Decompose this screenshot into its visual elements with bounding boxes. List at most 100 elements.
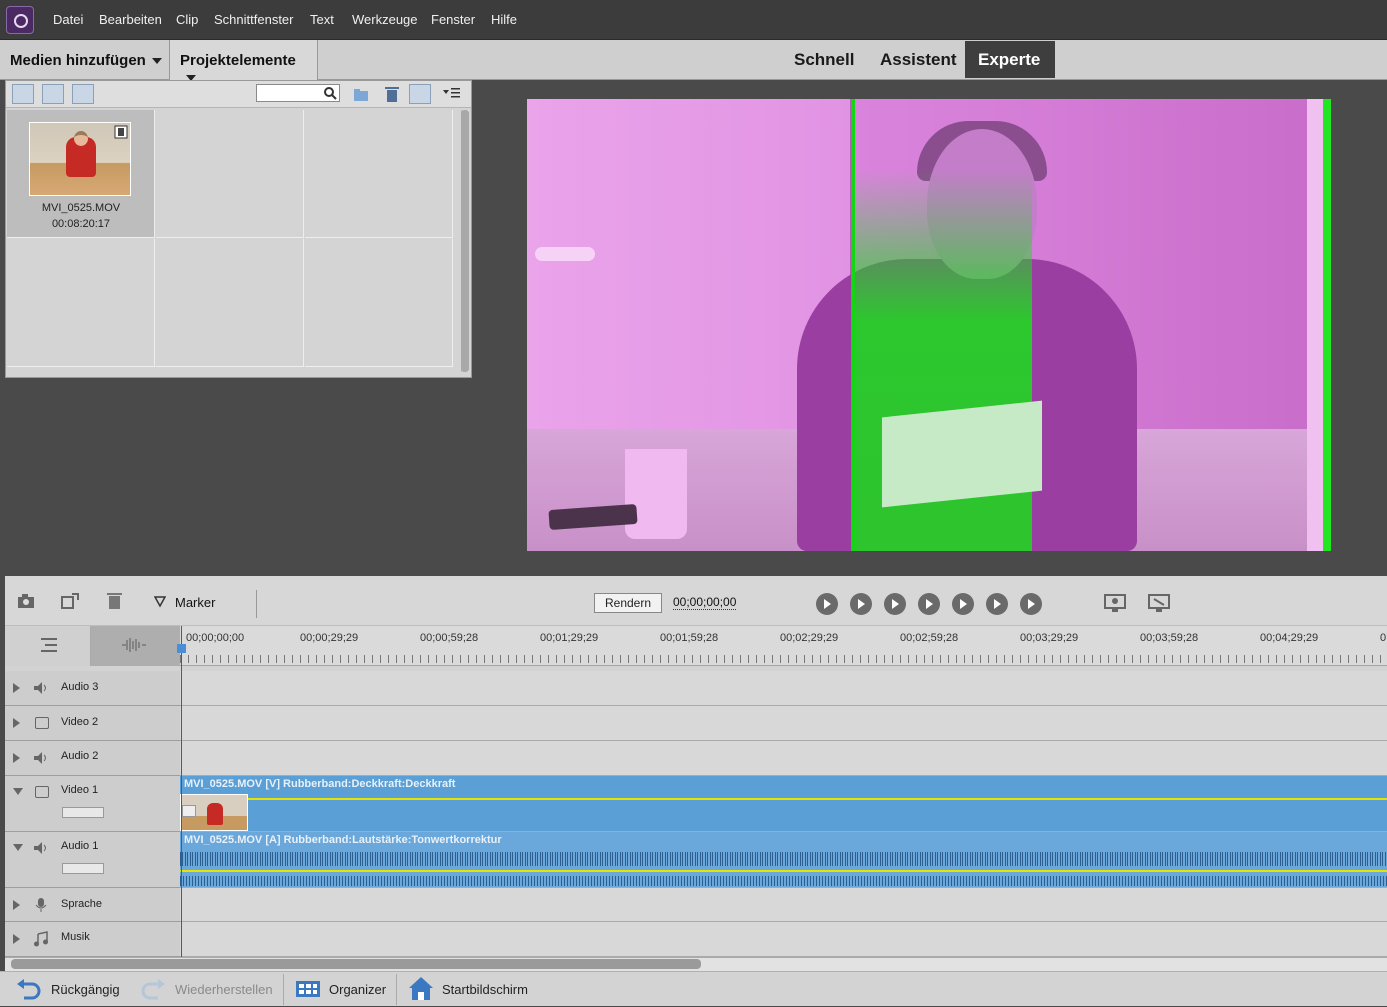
speaker-icon[interactable] [33,751,49,765]
media-clip-item[interactable]: MVI_0525.MOV 00:08:20:17 [7,110,155,238]
clip-duration: 00:08:20:17 [51,218,111,230]
project-assets-panel: MVI_0525.MOV 00:08:20:17 [5,80,472,378]
tab-experte[interactable]: Experte [965,41,1055,78]
ruler-label: 00;00;29;29 [300,632,359,644]
thumbnail-person [207,803,223,825]
video-clip-thumbnail [180,794,248,831]
rotate-icon[interactable] [60,592,80,610]
menu-schnittfenster[interactable]: Schnittfenster [214,12,294,27]
audio-clip-label: MVI_0525.MOV [A] Rubberband:Lautstärke:T… [184,834,502,846]
music-note-icon[interactable] [33,931,49,947]
step-forward-icon[interactable] [952,593,974,615]
track-header-musik: Musik [5,922,180,957]
filter-video-icon[interactable] [12,84,34,104]
add-media-dropdown[interactable]: Medien hinzufügen [0,40,170,80]
organizer-button[interactable]: Organizer [295,972,386,1007]
ruler-ticks [180,655,1387,663]
timecode-display[interactable]: 00;00;00;00 [673,595,737,610]
new-folder-icon[interactable] [353,86,371,102]
collapse-icon[interactable] [13,788,23,795]
menu-datei[interactable]: Datei [53,12,83,27]
expand-icon[interactable] [13,934,20,944]
video-clip[interactable]: MVI_0525.MOV [V] Rubberband:Deckkraft:De… [180,776,1387,831]
tab-assistent[interactable]: Assistent [867,41,970,78]
menu-text[interactable]: Text [310,12,334,27]
panel-menu-icon[interactable] [443,87,461,99]
toolbar-divider [256,590,257,618]
keyframe-controls[interactable] [62,807,104,818]
bottom-bar: Rückgängig Wiederherstellen Organizer St… [0,971,1387,1006]
speaker-icon[interactable] [33,681,49,695]
project-assets-dropdown[interactable]: Projektelemente [170,40,318,82]
film-icon[interactable] [35,786,49,798]
filter-audio-icon[interactable] [72,84,94,104]
expand-icon[interactable] [13,753,20,763]
track-lane-sprache[interactable] [180,888,1387,922]
playhead-handle[interactable] [177,644,186,653]
audio-mixer-button[interactable] [91,626,180,666]
audio-clip[interactable]: MVI_0525.MOV [A] Rubberband:Lautstärke:T… [180,832,1387,887]
menu-hilfe[interactable]: Hilfe [491,12,517,27]
expand-icon[interactable] [13,683,20,693]
speaker-icon[interactable] [33,841,49,855]
track-name: Musik [61,931,90,943]
microphone-icon[interactable] [35,897,47,913]
trash-icon[interactable] [384,85,400,103]
timeline-scrollbar-thumb[interactable] [11,959,701,969]
track-settings-button[interactable] [5,626,91,666]
track-lane-audio-3[interactable] [180,671,1387,706]
bottom-divider [283,974,284,1005]
undo-label: Rückgängig [51,982,120,997]
marker-icon[interactable] [154,596,166,608]
home-screen-label: Startbildschirm [442,982,528,997]
play-icon[interactable] [918,593,940,615]
track-lane-video-2[interactable] [180,706,1387,741]
undo-button[interactable]: Rückgängig [16,972,120,1007]
tab-schnell[interactable]: Schnell [781,41,867,78]
menu-fenster[interactable]: Fenster [431,12,475,27]
opacity-rubberband[interactable] [180,798,1387,800]
camera-icon[interactable] [17,592,37,610]
volume-rubberband[interactable] [180,870,1387,872]
rewind-icon[interactable] [850,593,872,615]
track-header-audio-3: Audio 3 [5,671,180,706]
trash-icon[interactable] [105,592,125,610]
collapse-icon[interactable] [13,844,23,851]
fast-forward-icon[interactable] [986,593,1008,615]
keyframe-controls[interactable] [62,863,104,874]
redo-button[interactable]: Wiederherstellen [140,972,273,1007]
preview-paper [882,400,1042,508]
pin-icon[interactable] [409,84,431,104]
app-logo-icon[interactable] [6,6,34,34]
monitor-preview[interactable] [527,99,1331,551]
search-icon[interactable] [323,86,337,100]
menu-bar: Datei Bearbeiten Clip Schnittfenster Tex… [0,0,1387,40]
go-to-end-icon[interactable] [1020,593,1042,615]
marker-dropdown[interactable]: Marker [175,595,215,610]
menu-werkzeuge[interactable]: Werkzeuge [352,12,418,27]
track-lane-musik[interactable] [180,922,1387,957]
menu-bearbeiten[interactable]: Bearbeiten [99,12,162,27]
media-empty-cell [305,239,453,367]
timeline-ruler[interactable]: 00;00;00;00 00;00;29;29 00;00;59;28 00;0… [180,626,1387,666]
ruler-label: 00;00;59;28 [420,632,479,644]
render-button[interactable]: Rendern [594,593,662,613]
fullscreen-icon[interactable] [1147,593,1171,613]
track-name: Video 2 [61,716,99,728]
clip-thumbnail [29,122,131,196]
home-screen-button[interactable]: Startbildschirm [408,972,528,1007]
playhead[interactable] [181,626,182,957]
film-icon[interactable] [35,717,49,729]
assets-scrollbar-thumb[interactable] [461,110,469,372]
step-back-icon[interactable] [884,593,906,615]
monitor-settings-icon[interactable] [1103,593,1127,613]
menu-clip[interactable]: Clip [176,12,198,27]
filter-image-icon[interactable] [42,84,64,104]
track-lane-audio-2[interactable] [180,741,1387,776]
scissors-icon [182,805,196,817]
expand-icon[interactable] [13,900,20,910]
expand-icon[interactable] [13,718,20,728]
ruler-label: 0 [1380,632,1387,644]
go-to-start-icon[interactable] [816,593,838,615]
ruler-label: 00;04;29;29 [1260,632,1319,644]
